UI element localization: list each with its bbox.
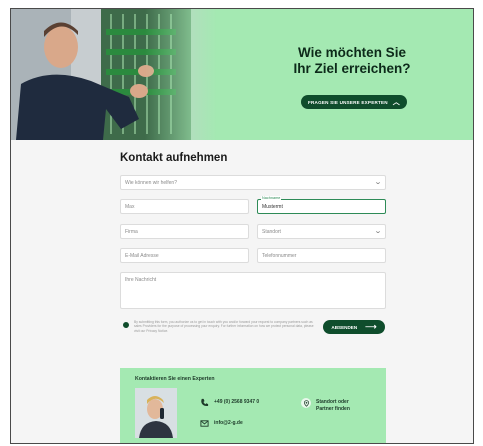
message-textarea[interactable]: Ihre Nachricht: [120, 272, 386, 309]
email-address[interactable]: info@2-g.de: [214, 420, 243, 427]
topic-select[interactable]: Wie können wir helfen? ⌄: [120, 175, 386, 190]
send-label: ABSENDEN: [331, 324, 358, 330]
email-field[interactable]: E-Mail Adresse: [120, 248, 249, 263]
expert-avatar: [135, 388, 177, 438]
chevron-down-icon: ⌄: [373, 228, 383, 235]
last-name-label: Nachname: [261, 196, 282, 200]
ask-experts-label: FRAGEN SIE UNSERE EXPERTEN: [308, 99, 388, 105]
page-frame: Wie möchten Sie Ihr Ziel erreichen? FRAG…: [10, 8, 474, 444]
phone-number[interactable]: +49 (0) 2568 9347 0: [214, 399, 259, 406]
send-button[interactable]: ABSENDEN ⟶: [323, 320, 385, 334]
company-placeholder: Firma: [125, 228, 138, 235]
hero-title-line2: Ihr Ziel erreichen?: [293, 61, 411, 76]
phone-field[interactable]: Telefonnummer: [257, 248, 386, 263]
hero-banner: Wie möchten Sie Ihr Ziel erreichen? FRAG…: [11, 9, 473, 140]
location-pin-icon: [301, 398, 311, 408]
location-select[interactable]: Standort ⌄: [257, 224, 386, 239]
consent-radio[interactable]: [123, 322, 129, 328]
consent-text: By submitting this form, you authorize u…: [134, 320, 314, 333]
hero-photo: [11, 9, 217, 140]
phone-icon: [200, 398, 209, 407]
arrow-right-icon: ⟶: [365, 322, 377, 331]
chevron-down-icon: ⌄: [373, 179, 383, 186]
email-placeholder: E-Mail Adresse: [125, 252, 159, 259]
topic-placeholder: Wie können wir helfen?: [125, 179, 177, 186]
find-location-link[interactable]: Standort oder Partner finden: [316, 399, 350, 413]
message-placeholder: Ihre Nachricht: [125, 277, 157, 283]
ask-experts-button[interactable]: FRAGEN SIE UNSERE EXPERTEN ︿: [301, 95, 407, 109]
hero-title: Wie möchten Sie Ihr Ziel erreichen?: [241, 45, 463, 77]
mail-icon: [200, 419, 209, 428]
form-title: Kontakt aufnehmen: [120, 152, 228, 164]
chevron-up-icon: ︿: [392, 98, 400, 106]
last-name-value: Mustermt: [262, 203, 283, 210]
first-name-value: Max: [125, 203, 135, 210]
contact-title: Kontaktieren Sie einen Experten: [135, 376, 215, 382]
phone-placeholder: Telefonnummer: [262, 252, 297, 259]
location-placeholder: Standort: [262, 228, 281, 235]
find-location-line1: Standort oder: [316, 399, 349, 405]
first-name-field[interactable]: Max: [120, 199, 249, 214]
contact-expert-card: Kontaktieren Sie einen Experten +49 (0) …: [120, 368, 386, 443]
hero-title-line1: Wie möchten Sie: [298, 45, 406, 60]
last-name-field[interactable]: Nachname Mustermt: [257, 196, 386, 214]
company-field[interactable]: Firma: [120, 224, 249, 239]
find-location-line2: Partner finden: [316, 406, 350, 412]
